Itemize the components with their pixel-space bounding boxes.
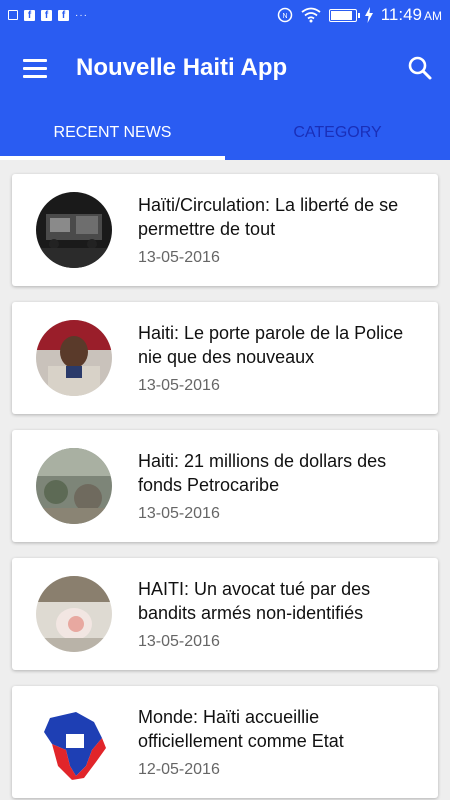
article-date: 13-05-2016 (138, 377, 220, 394)
tab-category[interactable]: CATEGORY (225, 106, 450, 160)
menu-icon[interactable] (0, 30, 70, 106)
news-list[interactable]: Haïti/Circulation: La liberté de se perm… (0, 160, 450, 800)
more-icon: ··· (75, 9, 88, 21)
article-thumbnail (36, 704, 112, 780)
search-icon[interactable] (390, 30, 450, 106)
news-card[interactable]: HAITI: Un avocat tué par des bandits arm… (12, 558, 438, 670)
system-icons: N 11:49 AM (277, 5, 442, 25)
tab-recent-news[interactable]: RECENT NEWS (0, 106, 225, 160)
charging-icon (364, 7, 373, 23)
article-thumbnail (36, 448, 112, 524)
notification-icons: f f f ··· (8, 9, 88, 21)
article-thumbnail (36, 320, 112, 396)
news-card[interactable]: Haiti: 21 millions de dollars des fonds … (12, 430, 438, 542)
article-title: Monde: Haïti accueillie officiellement c… (138, 707, 344, 751)
article-title: HAITI: Un avocat tué par des bandits arm… (138, 579, 371, 623)
article-thumbnail (36, 192, 112, 268)
article-title: Haiti: Le porte parole de la Police nie … (138, 323, 404, 367)
news-card[interactable]: Haiti: Le porte parole de la Police nie … (12, 302, 438, 414)
nfc-icon: N (277, 7, 292, 23)
wifi-icon (301, 7, 321, 23)
article-thumbnail (36, 576, 112, 652)
svg-text:N: N (282, 13, 287, 20)
facebook-icon: f (41, 9, 52, 21)
facebook-icon: f (24, 9, 35, 21)
news-card[interactable]: Monde: Haïti accueillie officiellement c… (12, 686, 438, 798)
article-date: 13-05-2016 (138, 249, 220, 266)
article-title: Haïti/Circulation: La liberté de se perm… (138, 195, 399, 239)
news-card[interactable]: Haïti/Circulation: La liberté de se perm… (12, 174, 438, 286)
battery-icon (328, 8, 360, 22)
image-icon (8, 10, 18, 20)
article-title: Haiti: 21 millions de dollars des fonds … (138, 451, 387, 495)
tab-bar: RECENT NEWS CATEGORY (0, 106, 450, 160)
article-date: 13-05-2016 (138, 633, 220, 650)
article-date: 13-05-2016 (138, 505, 220, 522)
app-bar: Nouvelle Haiti App (0, 30, 450, 106)
status-bar: f f f ··· N 11:49 AM (0, 0, 450, 30)
article-date: 12-05-2016 (138, 761, 220, 778)
facebook-icon: f (58, 9, 69, 21)
clock: 11:49 AM (380, 5, 442, 24)
app-title: Nouvelle Haiti App (76, 54, 288, 81)
